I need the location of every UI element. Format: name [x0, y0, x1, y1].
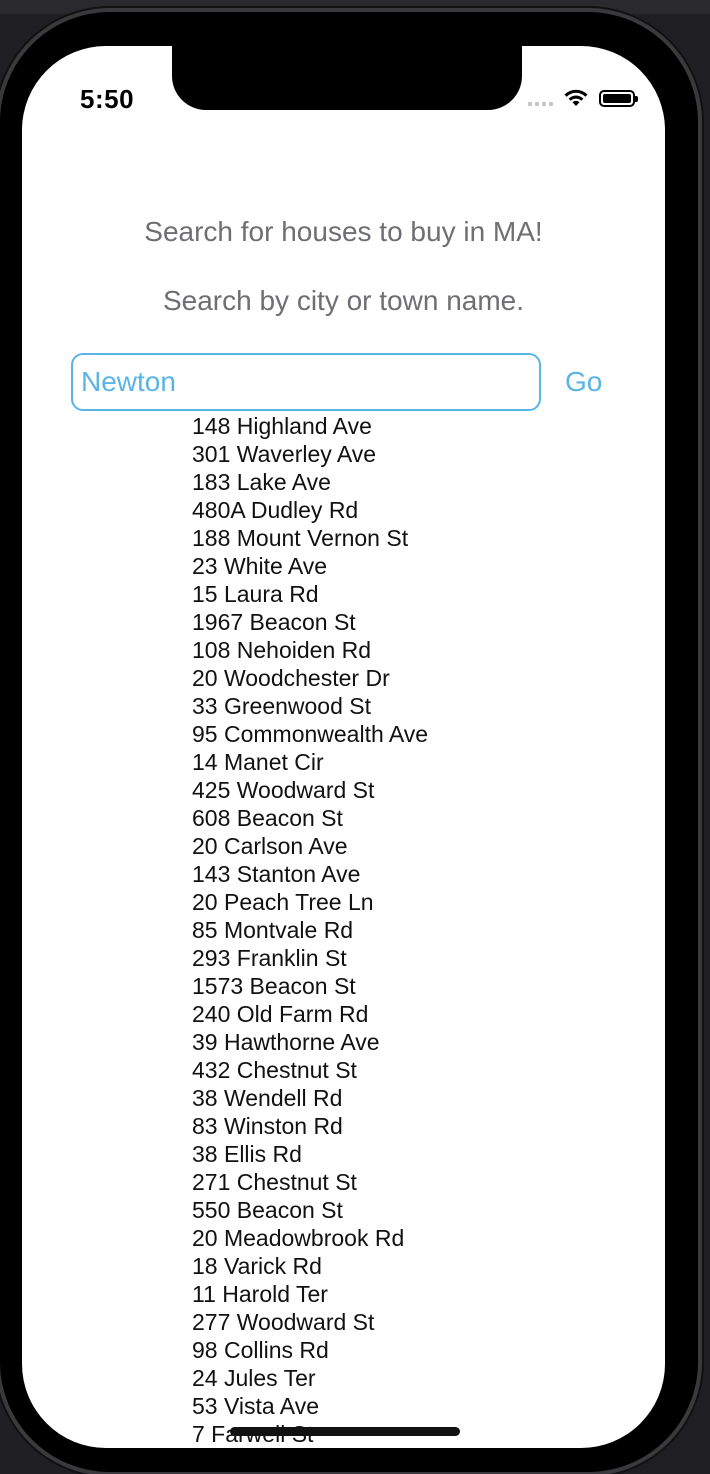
page-subtitle: Search by city or town name.: [162, 285, 525, 316]
list-item[interactable]: 24 Jules Ter: [192, 1364, 428, 1392]
device-notch: [172, 46, 522, 110]
list-item[interactable]: 20 Peach Tree Ln: [192, 888, 428, 916]
iphone-frame: 5:50 Search for houses to buy in MA! Sea…: [0, 12, 698, 1472]
list-item[interactable]: 293 Franklin St: [192, 944, 428, 972]
list-item[interactable]: 1967 Beacon St: [192, 608, 428, 636]
list-item[interactable]: 240 Old Farm Rd: [192, 1000, 428, 1028]
list-item[interactable]: 18 Varick Rd: [192, 1252, 428, 1280]
status-time: 5:50: [80, 84, 135, 114]
battery-icon: [599, 89, 638, 107]
list-item[interactable]: 1573 Beacon St: [192, 972, 428, 1000]
list-item[interactable]: 301 Waverley Ave: [192, 440, 428, 468]
list-item[interactable]: 85 Montvale Rd: [192, 916, 428, 944]
list-item[interactable]: 98 Collins Rd: [192, 1336, 428, 1364]
list-item[interactable]: 33 Greenwood St: [192, 692, 428, 720]
list-item[interactable]: 148 Highland Ave: [192, 412, 428, 440]
cellular-signal-icon: [528, 90, 553, 106]
list-item[interactable]: 183 Lake Ave: [192, 468, 428, 496]
list-item[interactable]: 20 Meadowbrook Rd: [192, 1224, 428, 1252]
list-item[interactable]: 608 Beacon St: [192, 804, 428, 832]
list-item[interactable]: 95 Commonwealth Ave: [192, 720, 428, 748]
list-item[interactable]: 15 Laura Rd: [192, 580, 428, 608]
list-item[interactable]: 480A Dudley Rd: [192, 496, 428, 524]
list-item[interactable]: 271 Chestnut St: [192, 1168, 428, 1196]
list-item[interactable]: 14 Manet Cir: [192, 748, 428, 776]
search-row: Go: [71, 353, 604, 411]
app-screen: 5:50 Search for houses to buy in MA! Sea…: [22, 46, 665, 1448]
list-item[interactable]: 83 Winston Rd: [192, 1112, 428, 1140]
go-button[interactable]: Go: [563, 366, 604, 398]
city-search-input[interactable]: [71, 353, 541, 411]
list-item[interactable]: 23 White Ave: [192, 552, 428, 580]
list-item[interactable]: 143 Stanton Ave: [192, 860, 428, 888]
results-list: 148 Highland Ave 301 Waverley Ave 183 Lake…: [192, 412, 428, 1448]
list-item[interactable]: 38 Ellis Rd: [192, 1140, 428, 1168]
list-item[interactable]: 11 Harold Ter: [192, 1280, 428, 1308]
list-item[interactable]: 432 Chestnut St: [192, 1056, 428, 1084]
list-item[interactable]: 39 Hawthorne Ave: [192, 1028, 428, 1056]
list-item[interactable]: 277 Woodward St: [192, 1308, 428, 1336]
list-item[interactable]: 53 Vista Ave: [192, 1392, 428, 1420]
page-title: Search for houses to buy in MA!: [144, 216, 543, 247]
list-item[interactable]: 550 Beacon St: [192, 1196, 428, 1224]
home-indicator[interactable]: [230, 1427, 460, 1436]
list-item[interactable]: 20 Woodchester Dr: [192, 664, 428, 692]
list-item[interactable]: 188 Mount Vernon St: [192, 524, 428, 552]
list-item[interactable]: 38 Wendell Rd: [192, 1084, 428, 1112]
list-item[interactable]: 20 Carlson Ave: [192, 832, 428, 860]
status-icons: [528, 88, 638, 108]
wifi-icon: [564, 89, 588, 106]
list-item[interactable]: 108 Nehoiden Rd: [192, 636, 428, 664]
list-item[interactable]: 425 Woodward St: [192, 776, 428, 804]
